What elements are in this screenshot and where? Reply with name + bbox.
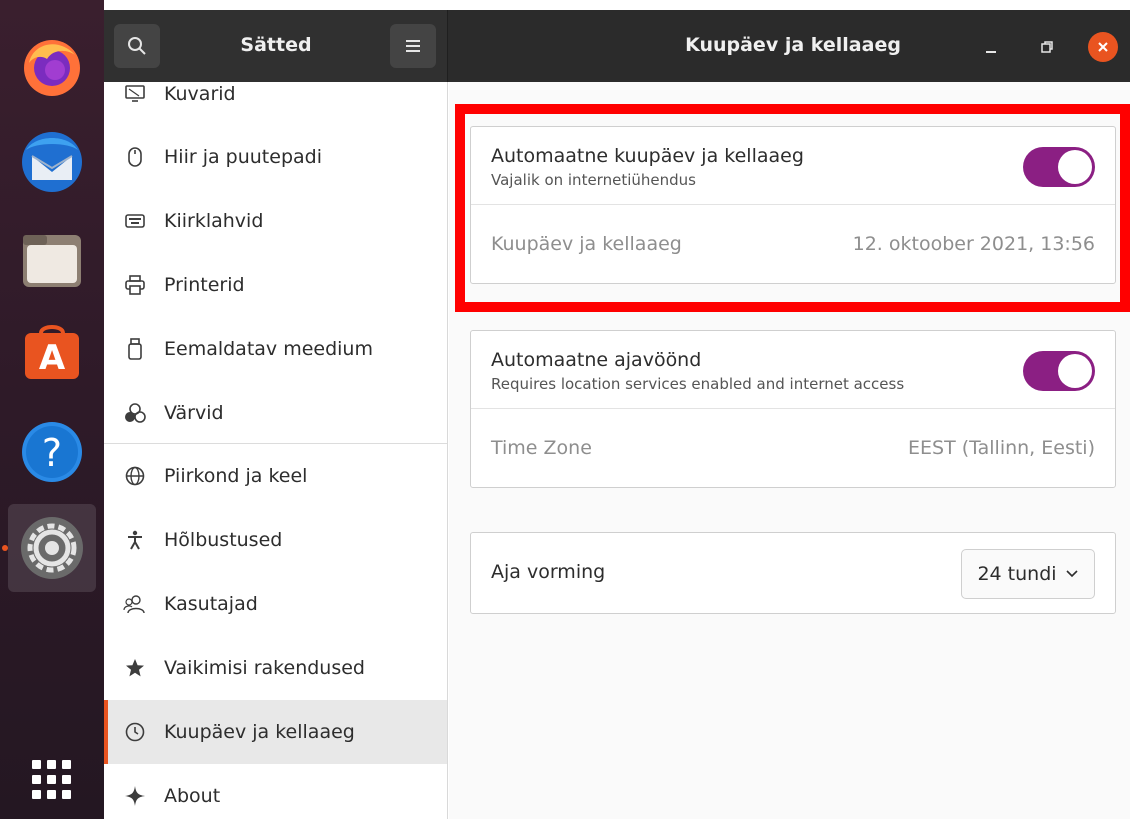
sidebar-item-users[interactable]: Kasutajad [104,572,447,636]
users-icon [123,594,147,614]
sidebar-item-displays[interactable]: Kuvarid [104,82,447,126]
sidebar-item-label: Eemaldatav meedium [164,338,373,360]
removable-media-icon [123,338,147,360]
settings-icon[interactable] [8,504,96,592]
minimize-button[interactable] [976,32,1006,62]
maximize-button[interactable] [1032,32,1062,62]
sidebar-item-label: Kasutajad [164,593,258,615]
star-icon [123,658,147,678]
colors-icon [123,403,147,423]
auto-timezone-toggle[interactable] [1023,351,1095,391]
sidebar-item-label: Piirkond ja keel [164,465,308,487]
auto-timezone-subtitle: Requires location services enabled and i… [491,375,905,393]
software-icon[interactable]: A [12,312,92,392]
auto-timezone-title: Automaatne ajavöönd [491,349,702,371]
timezone-label: Time Zone [491,437,592,459]
app-grid-icon[interactable] [12,740,92,819]
datetime-label: Kuupäev ja kellaaeg [491,233,682,255]
panel-title: Kuupäev ja kellaaeg [685,34,901,56]
hamburger-menu-icon [406,40,420,52]
time-format-card: Aja vorming 24 tundi [470,532,1116,614]
auto-datetime-card: Automaatne kuupäev ja kellaaeg Vajalik o… [470,126,1116,284]
chevron-down-icon [1065,570,1078,578]
sidebar-item-date-time[interactable]: Kuupäev ja kellaaeg [104,700,447,764]
sidebar-item-label: Vaikimisi rakendused [164,657,365,679]
globe-icon [123,466,147,486]
files-icon[interactable] [12,220,92,300]
sidebar-item-label: Kuvarid [164,83,236,105]
auto-datetime-title: Automaatne kuupäev ja kellaaeg [491,145,804,167]
auto-datetime-subtitle: Vajalik on internetiühendus [491,171,696,189]
minimize-icon [986,51,996,53]
time-format-value: 24 tundi [977,563,1057,585]
svg-text:?: ? [42,431,62,475]
sidebar-item-about[interactable]: About [104,764,447,819]
datetime-value: 12. oktoober 2021, 13:56 [852,233,1095,255]
sidebar-item-colors[interactable]: Värvid [104,381,447,445]
sidebar-item-accessibility[interactable]: Hõlbustused [104,508,447,572]
auto-timezone-card: Automaatne ajavöönd Requires location se… [470,330,1116,488]
header-bar: Sätted Kuupäev ja kellaaeg [104,10,1130,82]
close-button[interactable] [1088,32,1118,62]
sidebar-item-default-apps[interactable]: Vaikimisi rakendused [104,636,447,700]
auto-datetime-row[interactable]: Automaatne kuupäev ja kellaaeg Vajalik o… [471,127,1115,205]
toggle-knob [1058,354,1092,388]
thunderbird-icon[interactable] [12,122,92,202]
menu-button[interactable] [390,24,436,68]
sparkle-icon [123,786,147,806]
toggle-knob [1058,150,1092,184]
sidebar-header: Sätted [104,10,448,82]
search-button[interactable] [114,24,160,68]
search-icon [128,37,146,55]
firefox-icon[interactable] [12,26,92,106]
sidebar-item-label: Hiir ja puutepadi [164,146,322,168]
sidebar-item-removable-media[interactable]: Eemaldatav meedium [104,317,447,381]
svg-text:A: A [39,338,66,378]
close-icon [1098,42,1108,52]
display-icon [123,85,147,103]
time-format-label: Aja vorming [491,561,606,583]
clock-icon [123,722,147,742]
timezone-row: Time Zone EEST (Tallinn, Eesti) [471,409,1115,487]
sidebar-item-keyboard[interactable]: Kiirklahvid [104,189,447,253]
mouse-icon [123,147,147,167]
accessibility-icon [123,530,147,550]
help-icon[interactable]: ? [12,412,92,492]
timezone-value: EEST (Tallinn, Eesti) [908,437,1095,459]
datetime-row: Kuupäev ja kellaaeg 12. oktoober 2021, 1… [471,205,1115,283]
sidebar-item-label: About [164,785,221,807]
sidebar-item-label: Kiirklahvid [164,210,264,232]
auto-timezone-row[interactable]: Automaatne ajavöönd Requires location se… [471,331,1115,409]
time-format-dropdown[interactable]: 24 tundi [961,549,1095,599]
sidebar-item-region-language[interactable]: Piirkond ja keel [104,444,447,508]
printer-icon [123,275,147,295]
maximize-icon [1041,41,1053,53]
settings-sidebar: Kuvarid Hiir ja puutepadi Kiirklahvid Pr… [104,82,448,819]
date-time-panel: Automaatne kuupäev ja kellaaeg Vajalik o… [449,82,1130,819]
keyboard-icon [123,214,147,228]
dock: A ? [0,0,104,819]
sidebar-item-label: Hõlbustused [164,529,283,551]
time-format-row: Aja vorming 24 tundi [471,533,1115,613]
auto-datetime-toggle[interactable] [1023,147,1095,187]
sidebar-item-label: Kuupäev ja kellaaeg [164,721,355,743]
sidebar-item-printers[interactable]: Printerid [104,253,447,317]
sidebar-item-mouse[interactable]: Hiir ja puutepadi [104,125,447,189]
sidebar-item-label: Printerid [164,274,245,296]
sidebar-item-label: Värvid [164,402,224,424]
